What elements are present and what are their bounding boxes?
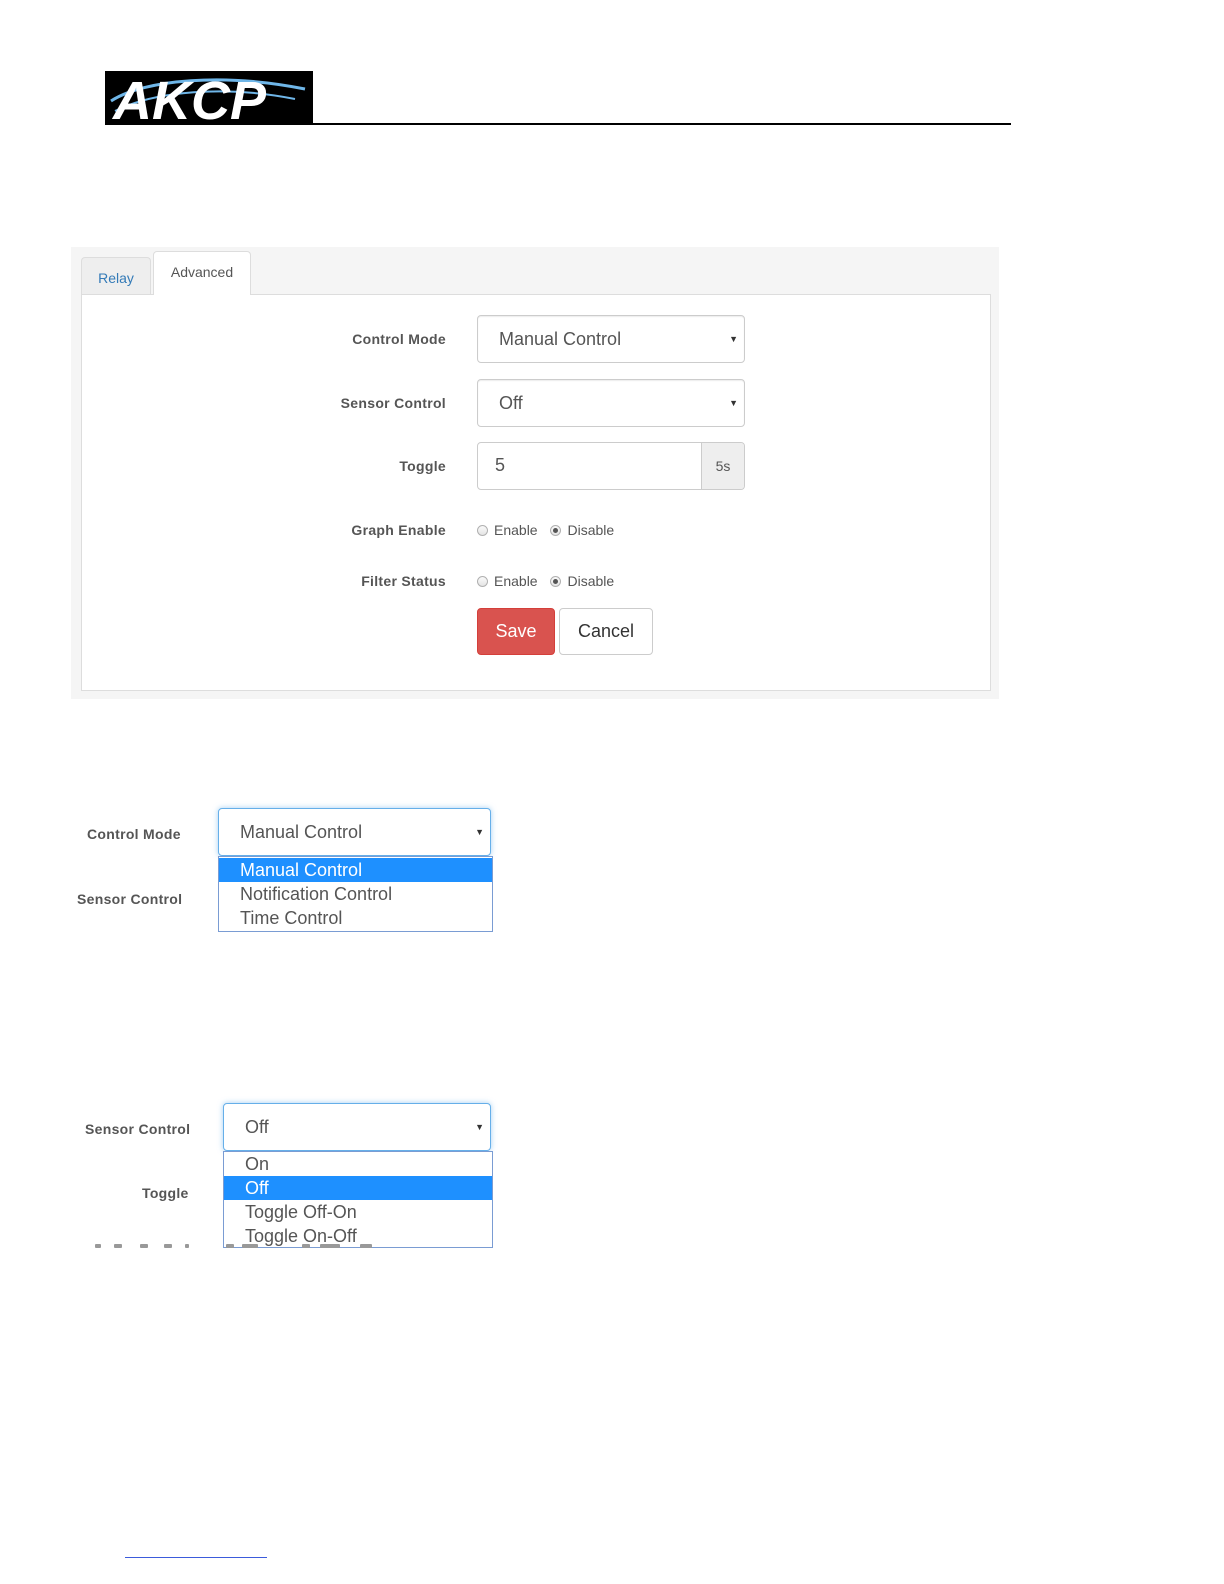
chevron-down-icon: ▼	[729, 398, 738, 408]
graph-enable-radio-group: Enable Disable	[477, 522, 623, 538]
control-mode-select[interactable]: Manual Control ▼	[477, 315, 745, 363]
chevron-down-icon: ▼	[475, 827, 484, 837]
filter-status-label: Filter Status	[361, 573, 446, 589]
control-mode-options-list: Manual Control Notification Control Time…	[218, 856, 493, 932]
filter-status-radio-enable[interactable]	[477, 576, 488, 587]
control-mode-option[interactable]: Time Control	[219, 906, 492, 930]
control-mode-value: Manual Control	[240, 822, 363, 842]
advanced-tab-content: Control Mode Manual Control ▼ Sensor Con…	[81, 294, 991, 691]
control-mode-option[interactable]: Manual Control	[219, 858, 492, 882]
toggle-input[interactable]: 5	[495, 455, 505, 476]
control-mode-label: Control Mode	[87, 826, 181, 842]
sensor-control-select[interactable]: Off ▼	[477, 379, 745, 427]
sensor-control-value: Off	[499, 393, 523, 413]
header-rule	[105, 123, 1011, 125]
sensor-control-label: Sensor Control	[77, 891, 183, 907]
akcp-logo: AKCP	[105, 71, 313, 125]
control-mode-select[interactable]: Manual Control ▼	[218, 808, 491, 856]
relay-settings-panel: Relay Advanced Control Mode Manual Contr…	[71, 247, 999, 699]
sensor-control-select[interactable]: Off ▼	[223, 1103, 491, 1151]
toggle-label: Toggle	[399, 458, 446, 474]
tab-advanced[interactable]: Advanced	[153, 251, 251, 295]
cropped-row-fragment	[90, 1244, 390, 1250]
chevron-down-icon: ▼	[475, 1122, 484, 1132]
cancel-button[interactable]: Cancel	[559, 608, 653, 655]
radio-label: Enable	[494, 522, 538, 538]
toggle-label: Toggle	[142, 1185, 189, 1201]
radio-label: Enable	[494, 573, 538, 589]
chevron-down-icon: ▼	[729, 334, 738, 344]
control-mode-label: Control Mode	[352, 331, 446, 347]
sensor-control-option[interactable]: On	[224, 1152, 492, 1176]
save-button[interactable]: Save	[477, 608, 555, 655]
tab-relay[interactable]: Relay	[81, 257, 151, 294]
control-mode-option[interactable]: Notification Control	[219, 882, 492, 906]
graph-enable-label: Graph Enable	[351, 522, 446, 538]
sensor-control-value: Off	[245, 1117, 269, 1137]
radio-label: Disable	[567, 522, 615, 538]
sensor-control-label: Sensor Control	[340, 395, 446, 411]
toggle-input-group: 5 5s	[477, 442, 745, 490]
filter-status-radio-group: Enable Disable	[477, 573, 623, 589]
sensor-control-option[interactable]: Toggle Off-On	[224, 1200, 492, 1224]
sensor-control-option[interactable]: Off	[224, 1176, 492, 1200]
sensor-control-label: Sensor Control	[85, 1121, 191, 1137]
toggle-unit-addon: 5s	[701, 443, 744, 489]
control-mode-value: Manual Control	[499, 329, 622, 349]
graph-enable-radio-disable[interactable]	[550, 525, 562, 536]
sensor-control-options-list: On Off Toggle Off-On Toggle On-Off	[223, 1151, 493, 1248]
graph-enable-radio-enable[interactable]	[477, 525, 488, 536]
logo-text: AKCP	[111, 71, 267, 125]
filter-status-radio-disable[interactable]	[550, 576, 562, 587]
radio-label: Disable	[567, 573, 615, 589]
footer-link-underline[interactable]	[125, 1557, 267, 1558]
